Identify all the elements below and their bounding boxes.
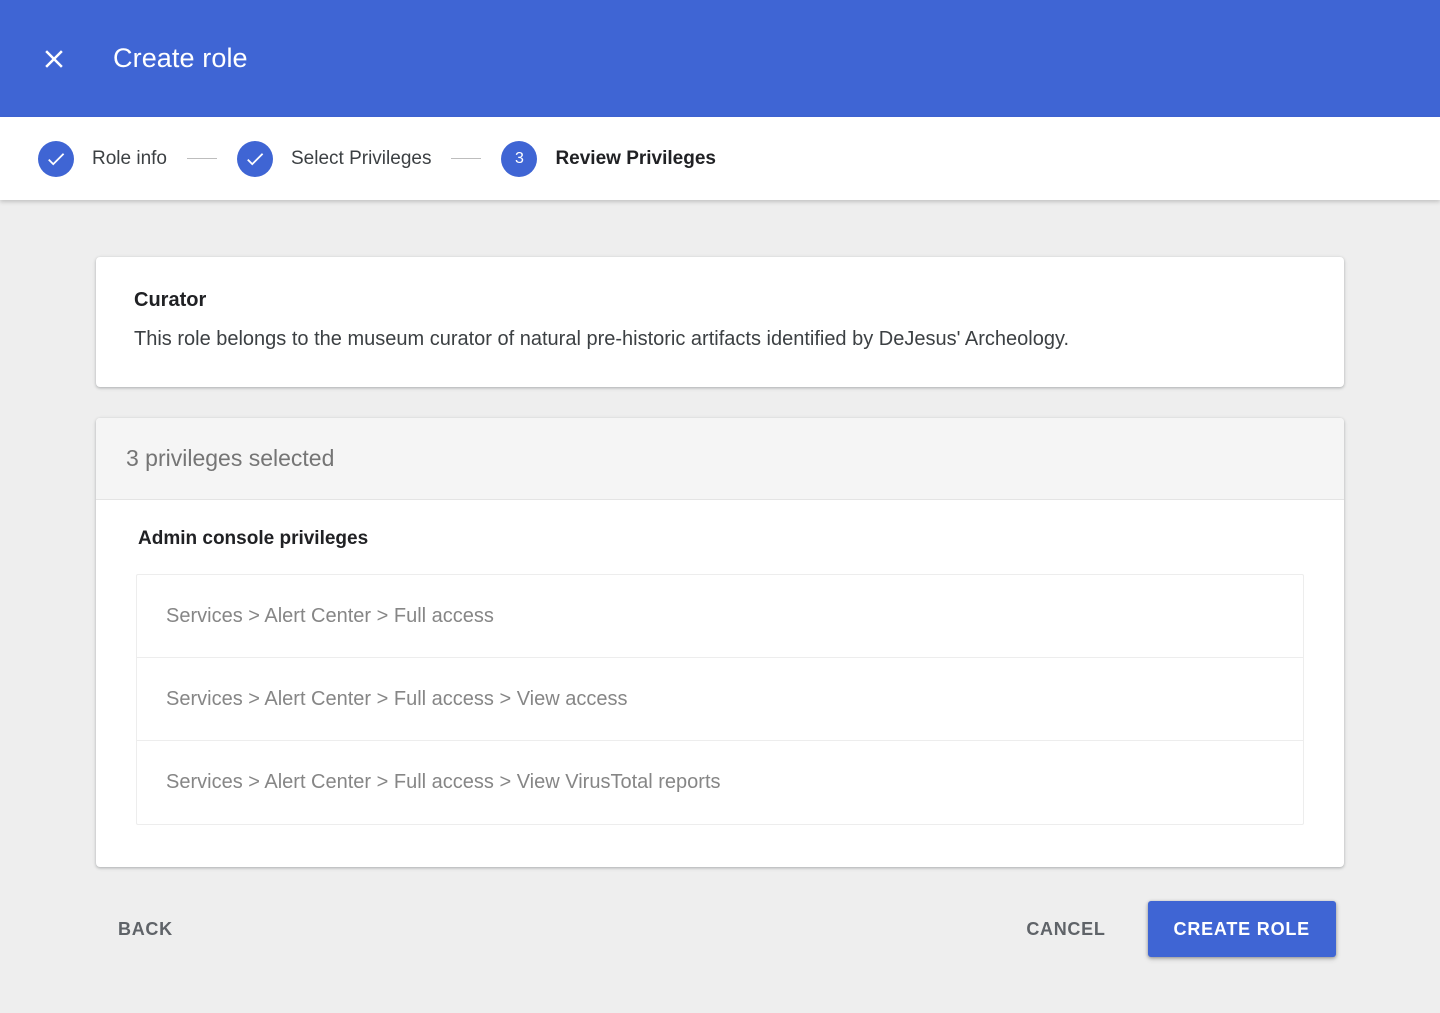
step-complete-icon-1 [38, 141, 74, 177]
admin-console-privileges-heading: Admin console privileges [138, 528, 1304, 550]
privileges-card-body: Admin console privileges Services > Aler… [96, 500, 1344, 867]
step-role-info[interactable]: Role info [38, 141, 167, 177]
cancel-button[interactable]: CANCEL [1004, 907, 1127, 952]
back-button[interactable]: BACK [96, 907, 195, 952]
step-label-review-privileges: Review Privileges [555, 148, 716, 170]
list-item: Services > Alert Center > Full access [137, 575, 1303, 658]
list-item: Services > Alert Center > Full access > … [137, 658, 1303, 741]
list-item: Services > Alert Center > Full access > … [137, 741, 1303, 824]
footer-actions: BACK CANCEL CREATE ROLE [96, 896, 1344, 962]
role-description: This role belongs to the museum curator … [134, 326, 1306, 353]
close-button[interactable] [30, 35, 78, 83]
create-role-button[interactable]: CREATE ROLE [1148, 901, 1336, 957]
privileges-list: Services > Alert Center > Full access Se… [136, 574, 1304, 825]
step-label-select-privileges: Select Privileges [291, 148, 431, 170]
step-label-role-info: Role info [92, 148, 167, 170]
step-connector-2 [451, 158, 481, 159]
role-name: Curator [134, 288, 1306, 312]
step-select-privileges[interactable]: Select Privileges [237, 141, 431, 177]
step-number-badge-3: 3 [501, 141, 537, 177]
page-title: Create role [113, 43, 248, 74]
step-complete-icon-2 [237, 141, 273, 177]
step-connector-1 [187, 158, 217, 159]
step-review-privileges[interactable]: 3 Review Privileges [501, 141, 716, 177]
privileges-card: 3 privileges selected Admin console priv… [96, 418, 1344, 867]
stepper: Role info Select Privileges 3 Review Pri… [0, 117, 1440, 200]
role-summary-card: Curator This role belongs to the museum … [96, 257, 1344, 387]
content-area: Curator This role belongs to the museum … [0, 200, 1440, 962]
privileges-selected-summary: 3 privileges selected [96, 418, 1344, 500]
app-bar: Create role [0, 0, 1440, 117]
close-icon [39, 44, 69, 74]
